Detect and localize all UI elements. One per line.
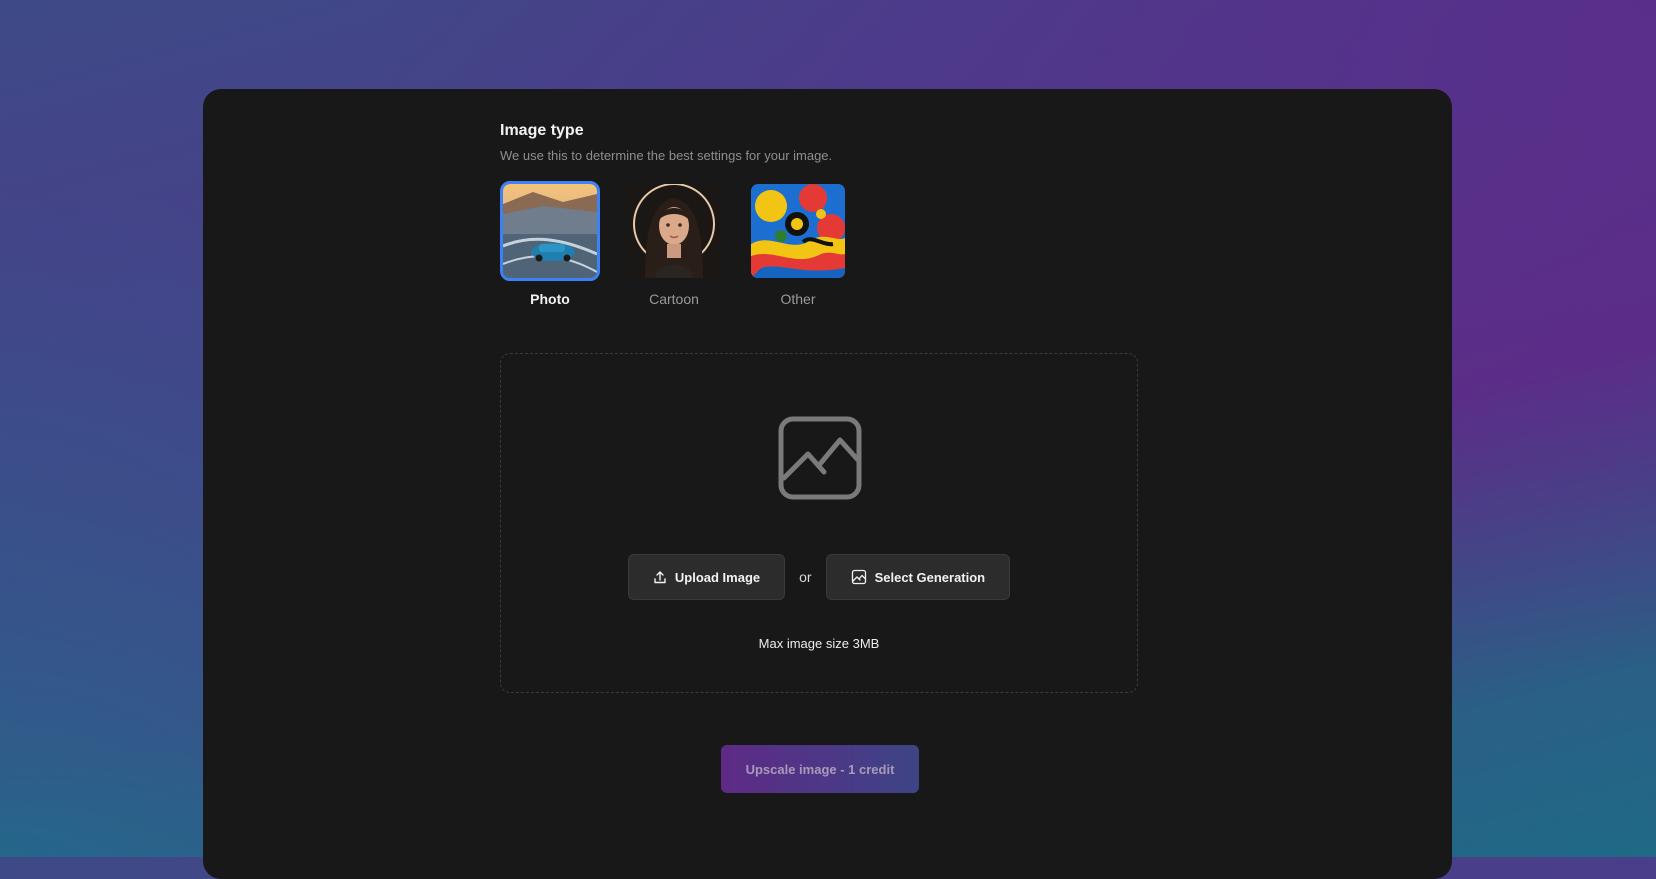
image-type-title: Image type xyxy=(500,122,584,139)
cartoon-thumbnail xyxy=(624,181,724,281)
max-size-note: Max image size 3MB xyxy=(758,636,880,651)
other-thumbnail xyxy=(748,181,848,281)
image-type-photo[interactable]: Photo xyxy=(500,181,600,307)
content: Image type We use this to determine the … xyxy=(500,121,1140,693)
image-dropzone[interactable]: Upload Image or Select Generation Max im… xyxy=(500,353,1138,693)
type-label-other: Other xyxy=(780,291,816,307)
upload-icon xyxy=(654,571,666,584)
upload-actions: Upload Image or Select Generation xyxy=(501,554,1137,600)
upload-image-label: Upload Image xyxy=(674,569,761,585)
image-type-cartoon[interactable]: Cartoon xyxy=(624,181,724,307)
upscale-image-button[interactable]: Upscale image - 1 credit xyxy=(721,745,919,793)
main-card: Image type We use this to determine the … xyxy=(203,89,1452,879)
upload-image-button[interactable]: Upload Image xyxy=(627,554,786,600)
image-icon xyxy=(851,569,866,585)
select-generation-button[interactable]: Select Generation xyxy=(825,554,1011,600)
type-label-photo: Photo xyxy=(530,291,570,307)
image-type-options: Photo Cartoon Other xyxy=(500,181,1140,307)
image-placeholder-icon xyxy=(778,416,862,500)
type-label-cartoon: Cartoon xyxy=(649,291,699,307)
or-separator: or xyxy=(799,569,812,585)
photo-thumbnail xyxy=(500,181,600,281)
image-type-subtitle: We use this to determine the best settin… xyxy=(500,148,833,163)
select-generation-label: Select Generation xyxy=(874,569,986,585)
image-type-other[interactable]: Other xyxy=(748,181,848,307)
